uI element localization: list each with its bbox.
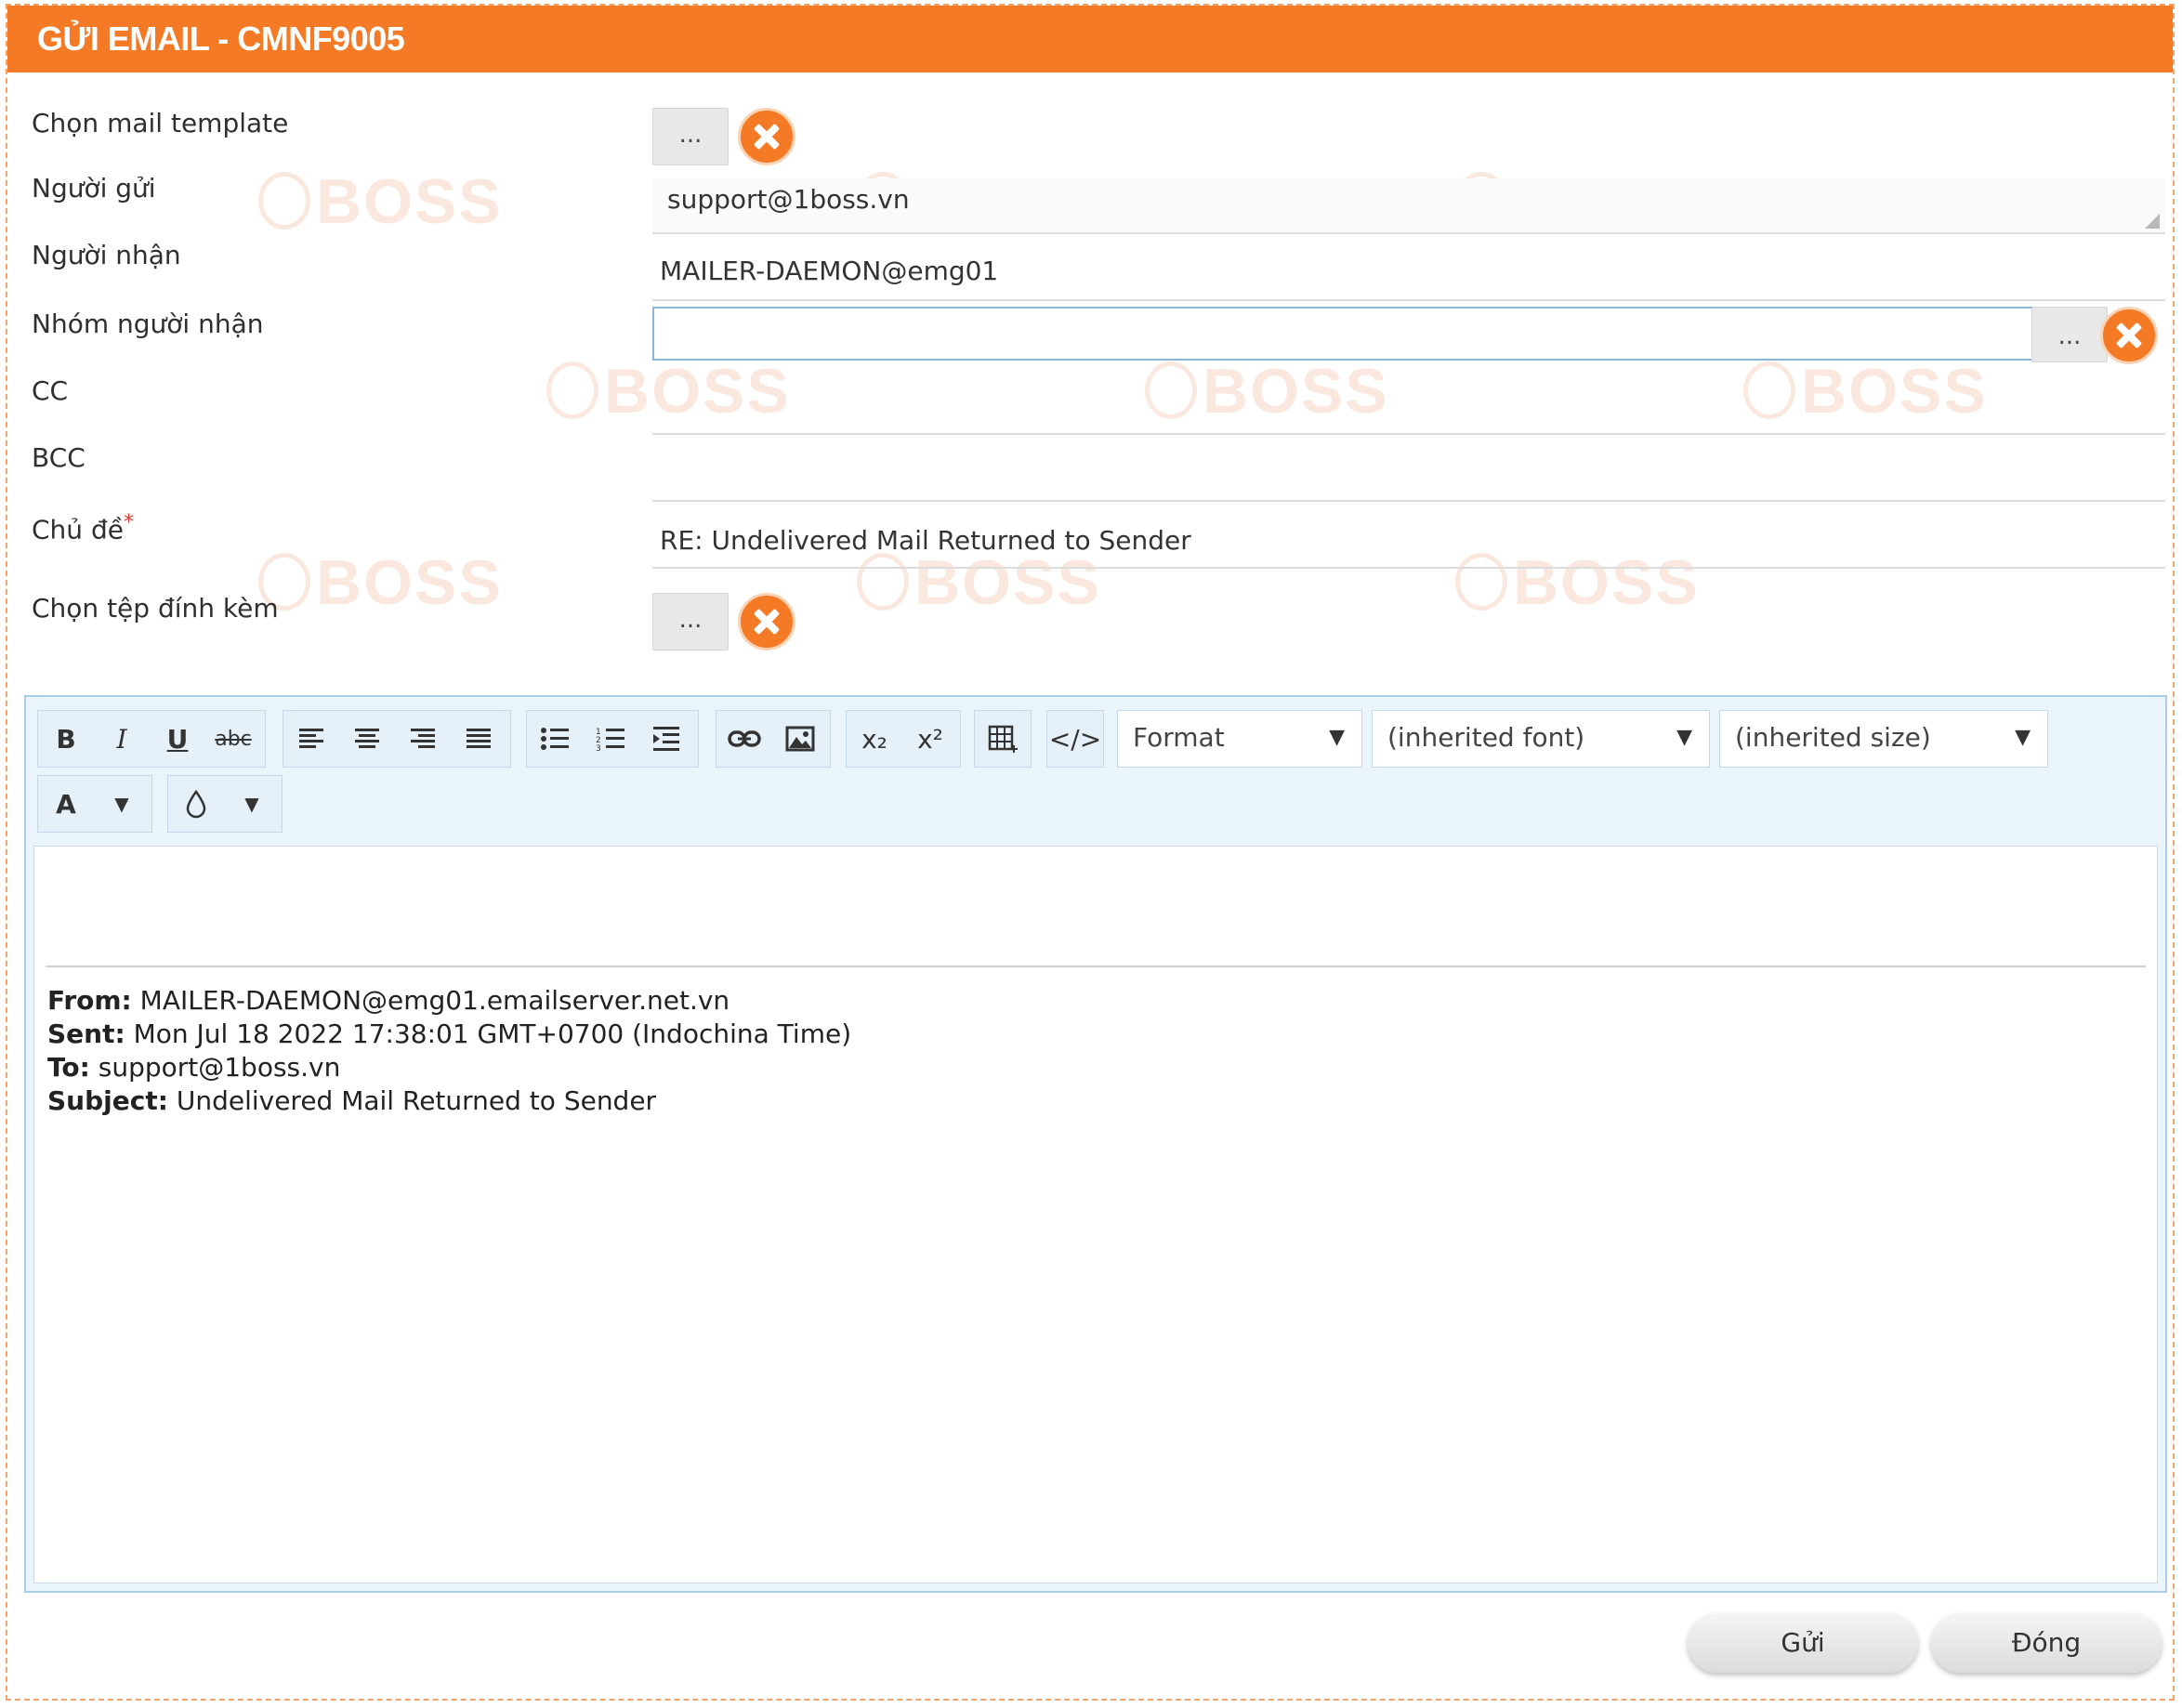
bcc-field[interactable] bbox=[652, 444, 2165, 502]
recipient-group-input[interactable] bbox=[652, 307, 2037, 361]
mail-template-browse-button[interactable]: ... bbox=[652, 108, 729, 165]
editor-toolbar: B I U abc 123 x₂ x² </> Format ▼ (inheri… bbox=[32, 704, 2160, 842]
format-select[interactable]: Format ▼ bbox=[1117, 710, 1362, 768]
resize-handle-icon[interactable] bbox=[2145, 214, 2160, 229]
cc-label: CC bbox=[32, 375, 69, 406]
watermark: BOSS bbox=[258, 165, 503, 238]
text-color-group: A ▼ bbox=[37, 775, 152, 833]
script-group: x₂ x² bbox=[846, 710, 961, 768]
editor-content[interactable]: From: MAILER-DAEMON@emg01.emailserver.ne… bbox=[33, 846, 2158, 1583]
bullet-list-icon[interactable] bbox=[527, 711, 583, 767]
underline-button[interactable]: U bbox=[150, 711, 205, 767]
align-left-icon[interactable] bbox=[283, 711, 339, 767]
font-select[interactable]: (inherited font) ▼ bbox=[1372, 710, 1710, 768]
alignment-group bbox=[283, 710, 511, 768]
chevron-down-icon: ▼ bbox=[1329, 726, 1345, 749]
quote-divider bbox=[46, 966, 2146, 967]
text-color-dropdown-button[interactable]: ▼ bbox=[94, 776, 150, 832]
quote-from: From: MAILER-DAEMON@emg01.emailserver.ne… bbox=[47, 985, 730, 1016]
recipient-label: Người nhận bbox=[32, 240, 181, 270]
quote-subject: Subject: Undelivered Mail Returned to Se… bbox=[47, 1085, 657, 1116]
indent-icon[interactable] bbox=[638, 711, 694, 767]
droplet-icon[interactable] bbox=[168, 776, 224, 832]
clear-mail-template-icon[interactable] bbox=[738, 108, 795, 165]
watermark: BOSS bbox=[258, 546, 503, 619]
quote-to: To: support@1boss.vn bbox=[47, 1052, 341, 1083]
attachment-browse-button[interactable]: ... bbox=[652, 593, 729, 650]
bold-button[interactable]: B bbox=[38, 711, 94, 767]
close-button[interactable]: Đóng bbox=[1931, 1613, 2162, 1673]
align-center-icon[interactable] bbox=[339, 711, 395, 767]
sender-label: Người gửi bbox=[32, 173, 156, 204]
chevron-down-icon: ▼ bbox=[1676, 726, 1692, 749]
image-icon[interactable] bbox=[772, 711, 828, 767]
subscript-button[interactable]: x₂ bbox=[847, 711, 902, 767]
cc-field[interactable] bbox=[652, 377, 2165, 435]
clear-attachment-icon[interactable] bbox=[738, 593, 795, 650]
table-group bbox=[974, 710, 1032, 768]
quoted-header: From: MAILER-DAEMON@emg01.emailserver.ne… bbox=[47, 984, 851, 1118]
text-color-button[interactable]: A bbox=[38, 776, 94, 832]
attachment-label: Chọn tệp đính kèm bbox=[32, 593, 279, 624]
recipient-group-label: Nhóm người nhận bbox=[32, 309, 264, 339]
list-group: 123 bbox=[526, 710, 699, 768]
bg-color-dropdown-button[interactable]: ▼ bbox=[224, 776, 280, 832]
bcc-label: BCC bbox=[32, 442, 85, 473]
dialog-title: GỬI EMAIL - CMNF9005 bbox=[7, 6, 2173, 72]
align-right-icon[interactable] bbox=[395, 711, 451, 767]
source-group: </> bbox=[1046, 710, 1104, 768]
numbered-list-icon[interactable]: 123 bbox=[583, 711, 638, 767]
size-select-value: (inherited size) bbox=[1735, 722, 1931, 753]
strikethrough-button[interactable]: abc bbox=[205, 711, 261, 767]
insert-group bbox=[716, 710, 831, 768]
required-mark: * bbox=[123, 511, 134, 534]
text-style-group: B I U abc bbox=[37, 710, 266, 768]
sender-select[interactable]: support@1boss.vn bbox=[652, 178, 2165, 234]
subject-field[interactable]: RE: Undelivered Mail Returned to Sender bbox=[652, 515, 2165, 569]
chevron-down-icon: ▼ bbox=[2015, 726, 2031, 749]
font-select-value: (inherited font) bbox=[1387, 722, 1585, 753]
clear-recipient-group-icon[interactable] bbox=[2100, 307, 2158, 364]
mail-template-label: Chọn mail template bbox=[32, 108, 289, 138]
italic-button[interactable]: I bbox=[94, 711, 150, 767]
source-code-button[interactable]: </> bbox=[1047, 711, 1103, 767]
svg-text:3: 3 bbox=[596, 744, 601, 752]
rich-text-editor: B I U abc 123 x₂ x² </> Format ▼ (inheri… bbox=[24, 695, 2167, 1593]
recipient-group-browse-button[interactable]: ... bbox=[2031, 307, 2108, 362]
quote-sent: Sent: Mon Jul 18 2022 17:38:01 GMT+0700 … bbox=[47, 1018, 852, 1049]
subject-value: RE: Undelivered Mail Returned to Sender bbox=[660, 525, 1191, 556]
recipient-value: MAILER-DAEMON@emg01 bbox=[660, 256, 999, 286]
sender-value: support@1boss.vn bbox=[667, 184, 910, 215]
superscript-button[interactable]: x² bbox=[902, 711, 958, 767]
bg-color-group: ▼ bbox=[167, 775, 283, 833]
format-select-value: Format bbox=[1133, 722, 1225, 753]
subject-label: Chủ đề* bbox=[32, 511, 134, 545]
link-icon[interactable] bbox=[716, 711, 772, 767]
justify-icon[interactable] bbox=[451, 711, 506, 767]
recipient-field[interactable]: MAILER-DAEMON@emg01 bbox=[652, 249, 2165, 301]
size-select[interactable]: (inherited size) ▼ bbox=[1719, 710, 2048, 768]
email-dialog: GỬI EMAIL - CMNF9005 BOSS BOSS BOSS BOSS… bbox=[6, 4, 2175, 1701]
table-icon[interactable] bbox=[975, 711, 1031, 767]
send-button[interactable]: Gửi bbox=[1688, 1613, 1918, 1673]
